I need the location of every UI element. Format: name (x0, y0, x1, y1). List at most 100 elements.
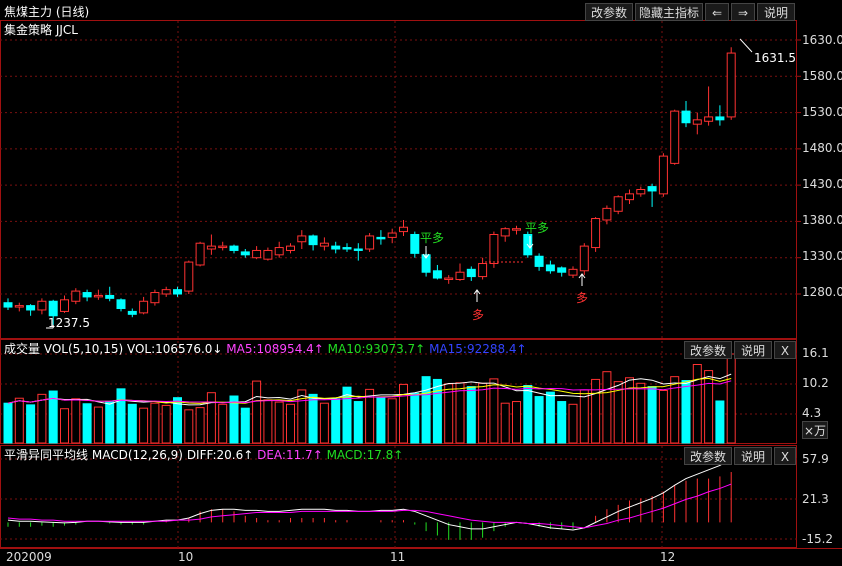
volume-bar (670, 376, 680, 444)
candle-body (726, 52, 736, 118)
volume-bar (726, 353, 736, 444)
futures-chart-window (0, 20, 842, 549)
volume-bar (523, 385, 533, 444)
volume-bar (37, 393, 47, 444)
candle-body (71, 290, 81, 302)
volume-bar (545, 391, 555, 444)
volume-modify-params-button[interactable]: 改参数 (684, 341, 732, 359)
price-tick: 1480.0 (802, 141, 842, 155)
volume-bar (82, 403, 92, 444)
date-label: 10 (178, 550, 194, 564)
macd-panel-title: 平滑异同平均线 MACD(12,26,9) DIFF:20.6↑ DEA:11.… (4, 446, 403, 463)
strategy-label: 集金策略 JJCL (4, 23, 78, 37)
macd-value: MACD:17.8↑ (326, 448, 404, 462)
macd-help-button[interactable]: 说明 (734, 447, 772, 465)
volume-bar (252, 380, 262, 444)
volume-tick: 16.1 (802, 346, 829, 360)
candle-body (37, 300, 47, 311)
candle-body (365, 235, 375, 250)
candle-body (647, 186, 657, 192)
macd-title: 平滑异同平均线 (4, 448, 89, 462)
candle-body (602, 207, 612, 221)
volume-title: 成交量 (4, 342, 41, 356)
ma10-value: MA10:93073.7↑ (327, 342, 426, 356)
candle-body (206, 245, 216, 250)
volume-bar (105, 401, 115, 444)
volume-bar (432, 378, 442, 444)
volume-help-button[interactable]: 说明 (734, 341, 772, 359)
volume-bar (387, 398, 397, 444)
candle-body (82, 292, 92, 298)
price-tick: 1380.0 (802, 213, 842, 227)
volume-bar (478, 382, 488, 444)
diff-value: DIFF:20.6↑ (186, 448, 254, 462)
candle-body (466, 268, 476, 278)
candle-body (116, 299, 126, 310)
low-price-label: 1237.5 (48, 316, 90, 330)
hide-main-indicator-button[interactable]: 隐藏主指标 (635, 3, 703, 21)
volume-close-button[interactable]: X (774, 341, 796, 359)
candle-body (286, 245, 295, 251)
candle-body (150, 292, 160, 304)
volume-bar (127, 403, 137, 444)
volume-bar (568, 403, 578, 444)
candle-body (139, 300, 149, 314)
volume-bar (14, 397, 24, 444)
volume-bar (184, 409, 194, 444)
ma15-value: MA15:92288.4↑ (429, 342, 527, 356)
candle-body (444, 277, 454, 280)
candle-body (263, 249, 273, 260)
candle-body (478, 263, 488, 278)
help-button[interactable]: 说明 (757, 3, 795, 21)
candle-body (93, 294, 103, 298)
candle-body (534, 255, 544, 267)
candle-body (297, 235, 307, 243)
volume-bar (704, 370, 714, 444)
volume-bar (466, 386, 476, 444)
candle-body (625, 193, 634, 201)
volume-bar (557, 401, 567, 444)
candle-body (161, 289, 171, 295)
volume-unit-label: ×万 (802, 421, 828, 439)
candle-body (14, 305, 24, 308)
candle-body (579, 245, 589, 272)
dea-value: DEA:11.7↑ (257, 448, 323, 462)
candle-body (613, 196, 623, 212)
candle-body (48, 300, 58, 317)
volume-bars[interactable] (3, 353, 736, 444)
volume-bar (512, 401, 521, 444)
candle-body (568, 268, 578, 276)
price-tick: 1280.0 (802, 285, 842, 299)
volume-bar (579, 389, 589, 444)
candle-body (3, 302, 13, 308)
volume-bar (455, 382, 465, 444)
price-tick: 1530.0 (802, 105, 842, 119)
macd-modify-params-button[interactable]: 改参数 (684, 447, 732, 465)
volume-bar (161, 404, 171, 444)
scroll-right-button[interactable]: ⇒ (731, 3, 755, 21)
date-label: 12 (660, 550, 676, 564)
candle-body (681, 110, 691, 124)
volume-bar (376, 397, 386, 444)
candle-body (591, 218, 601, 249)
candlestick-series[interactable] (3, 38, 753, 329)
candle-body (240, 251, 250, 256)
volume-bar (715, 400, 725, 444)
volume-bar (681, 380, 691, 444)
modify-params-button[interactable]: 改参数 (585, 3, 633, 21)
candle-body (105, 294, 115, 299)
candle-body (342, 247, 352, 250)
price-tick: 1630.0 (802, 33, 842, 47)
candle-body (308, 235, 318, 246)
high-pointer (739, 38, 753, 53)
macd-tick: -15.2 (802, 532, 834, 546)
volume-bar (286, 403, 295, 444)
scroll-left-button[interactable]: ⇐ (705, 3, 729, 21)
date-label: 11 (390, 550, 406, 564)
volume-panel-title: 成交量 VOL(5,10,15) VOL:106576.0↓ MA5:10895… (4, 340, 527, 357)
candle-body (353, 248, 363, 251)
macd-tick: 21.3 (802, 492, 829, 506)
candle-body (319, 242, 329, 247)
candle-body (252, 249, 262, 259)
macd-close-button[interactable]: X (774, 447, 796, 465)
